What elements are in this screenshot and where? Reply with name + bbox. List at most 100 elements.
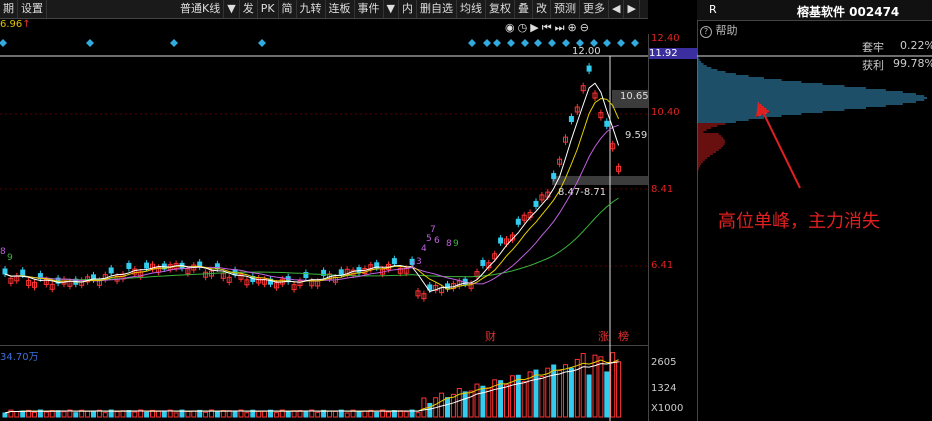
prev-icon[interactable]: ⏮	[542, 21, 555, 34]
volume-bar	[61, 411, 67, 418]
volume-bar	[32, 411, 37, 418]
scroll-left-icon[interactable]: ◀	[609, 0, 625, 18]
panel-header: R 榕基软件 002474	[697, 0, 932, 21]
volume-bar	[557, 370, 563, 418]
toolbar-edit[interactable]: 改	[533, 0, 552, 18]
range-label: 8.47-8.71	[558, 187, 606, 198]
toolbar-simple[interactable]: 简	[279, 0, 297, 18]
volume-bar	[303, 411, 309, 418]
candle-body	[144, 262, 150, 269]
toolbar-overlay[interactable]: 叠	[515, 0, 534, 18]
volume-bar	[173, 412, 179, 418]
volume-bar	[445, 397, 450, 418]
candle-body	[498, 237, 504, 244]
volume-bar	[397, 410, 403, 418]
chart-toolbar: 期 设置 普通K线 ▼ 发 PK 简 九转 连板 事件 ▼ 内 删自选 均线 复…	[0, 0, 648, 19]
candle-body	[391, 258, 397, 265]
signal-diamond	[258, 39, 266, 47]
toolbar-period[interactable]: 期	[0, 0, 18, 18]
toolbar-events[interactable]: 事件	[355, 0, 384, 18]
signal-diamond	[0, 39, 7, 47]
toolbar-remove-watch[interactable]: 删自选	[417, 0, 458, 18]
td-number: 2	[410, 261, 416, 271]
toolbar-pk[interactable]: PK	[258, 0, 279, 18]
grid	[0, 113, 648, 267]
volume-bar	[73, 412, 79, 418]
price-tick: 8.41	[651, 184, 674, 195]
volume-bar	[327, 410, 332, 418]
signal-diamond	[170, 39, 178, 47]
ma-line-white	[4, 82, 620, 293]
toolbar-settings[interactable]: 设置	[18, 0, 47, 18]
price-axis: 12.40 11.92 10.40 8.41 6.41 2605 1324 X1…	[648, 33, 698, 421]
volume-bar	[616, 361, 622, 418]
toolbar-more[interactable]: 更多	[580, 0, 610, 18]
volume-bar	[551, 364, 557, 418]
volume-bar	[262, 410, 268, 418]
volume-bar	[421, 397, 427, 418]
volume-bar	[185, 410, 191, 418]
candle-body	[126, 262, 132, 269]
volume-bar	[480, 385, 486, 418]
annotation-arrow	[756, 102, 801, 189]
chart-tool-icons[interactable]: ◉◷▶⏮⏭⊕⊖	[505, 21, 592, 35]
eye-icon[interactable]: ◉	[505, 21, 518, 34]
signal-diamond	[603, 39, 611, 47]
volume-bar	[43, 411, 49, 418]
td-number: 5	[426, 234, 432, 244]
volume-bar	[498, 380, 504, 418]
volume-bar	[362, 410, 368, 418]
toolbar-inner[interactable]: 内	[399, 0, 418, 18]
volume-bar	[439, 392, 445, 418]
volume-chart[interactable]	[0, 345, 648, 421]
volume-tick: 1324	[651, 383, 677, 394]
support-zone	[552, 176, 648, 185]
volume-bar	[273, 412, 279, 418]
volume-bar	[415, 412, 421, 418]
clock-icon[interactable]: ◷	[518, 21, 531, 34]
toolbar-limit-up[interactable]: 连板	[326, 0, 355, 18]
td-number: 7	[430, 225, 436, 235]
td-number: 4	[421, 244, 427, 254]
event-marker[interactable]: 涨	[598, 330, 609, 343]
price-tick: 6.41	[651, 260, 674, 271]
volume-unit: X1000	[651, 403, 684, 414]
toolbar-forecast[interactable]: 预测	[551, 0, 581, 18]
volume-bar	[144, 411, 150, 418]
scroll-right-icon[interactable]: ▶	[624, 0, 640, 18]
candlestick-chart[interactable]: 12.00 10.65 9.59 8.47-8.71 8 9 2 3 4 5 6…	[0, 34, 648, 345]
zoom-in-icon[interactable]: ⊕	[568, 21, 580, 34]
volume-bar	[256, 410, 262, 418]
price-value: 6.96	[0, 19, 23, 30]
event-marker[interactable]: 榜	[618, 329, 629, 343]
volume-bar	[586, 374, 592, 418]
td-number: 8	[0, 247, 6, 257]
chevron-down-icon[interactable]: ▼	[224, 0, 240, 18]
volume-bar	[356, 410, 362, 418]
td-number: 8	[446, 239, 452, 249]
toolbar-kline-type[interactable]: 普通K线	[177, 0, 225, 18]
volume-bar	[14, 410, 20, 418]
toolbar-ma[interactable]: 均线	[457, 0, 487, 18]
toolbar-fa[interactable]: 发	[240, 0, 258, 18]
event-marker[interactable]: 财	[485, 329, 496, 343]
toolbar-nine-turn[interactable]: 九转	[297, 0, 326, 18]
volume-bar	[486, 387, 492, 418]
volume-bar	[427, 402, 433, 418]
volume-bar	[344, 412, 350, 418]
volume-bar	[291, 410, 297, 418]
chevron-down-icon[interactable]: ▼	[384, 0, 400, 18]
signal-diamond	[483, 39, 491, 47]
play-icon[interactable]: ▶	[530, 21, 541, 34]
candle-body	[551, 173, 557, 180]
price-tick: 12.40	[651, 33, 680, 44]
zoom-out-icon[interactable]: ⊖	[580, 21, 592, 34]
volume-bar	[568, 367, 574, 418]
volume-bar	[244, 412, 250, 418]
next-icon[interactable]: ⏭	[555, 21, 568, 34]
toolbar-adjust[interactable]: 复权	[486, 0, 516, 18]
volume-bar	[521, 381, 527, 418]
volume-bar	[214, 411, 220, 418]
signal-diamond	[493, 39, 501, 47]
volume-bar	[462, 391, 468, 418]
